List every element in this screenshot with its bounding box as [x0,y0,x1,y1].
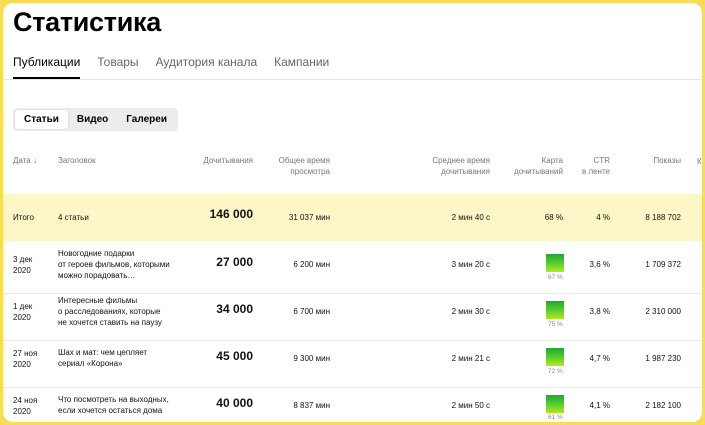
row-shows: 2 182 100 [645,401,681,410]
row-date-day: 27 ноя [13,349,38,358]
column-header-ctr[interactable]: CTR в ленте [568,155,610,177]
column-header-avg-time-line2: дочитывания [441,167,490,176]
total-shows: 8 188 702 [645,213,681,222]
tabs-divider [3,79,702,80]
row-total-time: 9 300 мин [293,354,330,363]
row-title-line: о расследованиях, которые [58,307,161,316]
column-header-date[interactable]: Дата ↓ [13,155,37,166]
row-avg-time: 2 мин 50 с [451,401,490,410]
row-title-line: Интересные фильмы [58,296,138,305]
column-header-total-time-line1: Общее время [278,156,330,165]
total-ctr: 4 % [596,213,610,222]
row-avg-time: 2 мин 21 с [451,354,490,363]
row-divider [3,340,702,341]
row-title-line: Что посмотреть на выходных, [58,395,169,404]
row-date: 1 дек 2020 [13,301,32,323]
row-divider [3,387,702,388]
row-shows: 1 987 230 [645,354,681,363]
filter-videos[interactable]: Видео [68,110,117,129]
total-avg-time: 2 мин 40 с [451,213,490,222]
row-reads: 27 000 [216,255,253,269]
row-date-day: 24 ноя [13,396,38,405]
row-date-year: 2020 [13,360,31,369]
column-header-shows[interactable]: Показы [623,155,681,166]
row-avg-time: 2 мин 30 с [451,307,490,316]
row-ctr: 3,6 % [589,260,610,269]
column-header-ctr-line1: CTR [593,156,610,165]
row-date-day: 1 дек [13,302,33,311]
row-date-year: 2020 [13,407,31,416]
total-total-time: 31 037 мин [288,213,330,222]
row-date: 3 дек 2020 [13,254,32,276]
row-date: 24 ноя 2020 [13,395,37,417]
read-map-percent: 61 % [548,414,563,421]
row-title[interactable]: Что посмотреть на выходных, если хочется… [58,394,188,416]
column-header-overflow: К [697,157,702,166]
row-title[interactable]: Новогодние подарки от героев фильмов, ко… [58,248,188,281]
row-date-year: 2020 [13,313,31,322]
row-shows: 2 310 000 [645,307,681,316]
column-header-reads[interactable]: Дочитывания [173,155,253,166]
row-date-day: 3 дек [13,255,33,264]
read-map-percent: 72 % [548,368,563,375]
page-title: Статистика [13,7,161,37]
column-header-read-map-line2: дочитываний [514,167,563,176]
row-title-line: Новогодние подарки [58,249,135,258]
row-title-line: от героев фильмов, которыми [58,260,170,269]
read-map-bar [546,348,564,366]
stats-frame: Статистика Публикации Товары Аудитория к… [3,3,702,422]
tab-bar: Публикации Товары Аудитория канала Кампа… [13,55,329,79]
row-total-time: 8 837 мин [293,401,330,410]
row-title-line: если хочется остаться дома [58,406,163,415]
read-map-bar [546,254,564,272]
row-divider [3,293,702,294]
column-header-read-map-line1: Карта [541,156,563,165]
read-map-bar [546,395,564,413]
tab-campaigns[interactable]: Кампании [274,55,329,79]
column-header-avg-time[interactable]: Среднее время дочитывания [403,155,490,177]
read-map-bar [546,301,564,319]
total-label: Итого [13,213,34,222]
read-map-percent: 75 % [548,321,563,328]
column-header-title: Заголовок [58,156,96,165]
row-avg-time: 3 мин 20 с [451,260,490,269]
row-total-time: 6 200 мин [293,260,330,269]
row-shows: 1 709 372 [645,260,681,269]
content-type-switch: Статьи Видео Галереи [13,108,178,131]
column-header-total-time[interactable]: Общее время просмотра [253,155,330,177]
row-title-line: Шах и мат: чем цепляет [58,348,148,357]
row-reads: 40 000 [216,396,253,410]
row-ctr: 4,7 % [589,354,610,363]
row-reads: 34 000 [216,302,253,316]
row-title[interactable]: Шах и мат: чем цепляет сериал «Корона» [58,347,188,369]
tab-products[interactable]: Товары [97,55,138,79]
tab-publications[interactable]: Публикации [13,55,81,79]
row-title-line: можно порадовать… [58,271,136,280]
filter-articles[interactable]: Статьи [15,110,68,129]
column-header-read-map[interactable]: Карта дочитываний [503,155,563,177]
row-ctr: 4,1 % [589,401,610,410]
row-date-year: 2020 [13,266,31,275]
row-title-line: не хочется ставить на паузу [58,318,162,327]
row-title-line: сериал «Корона» [58,359,123,368]
column-header-ctr-line2: в ленте [581,167,610,176]
total-title: 4 статьи [58,213,89,222]
tab-audience[interactable]: Аудитория канала [156,55,258,79]
row-title[interactable]: Интересные фильмы о расследованиях, кото… [58,295,188,328]
row-ctr: 3,8 % [589,307,610,316]
column-header-avg-time-line1: Среднее время [432,156,490,165]
column-header-total-time-line2: просмотра [290,167,330,176]
row-date: 27 ноя 2020 [13,348,37,370]
row-reads: 45 000 [216,349,253,363]
read-map-percent: 67 % [548,274,563,281]
total-reads: 146 000 [209,207,253,221]
row-total-time: 6 700 мин [293,307,330,316]
filter-galleries[interactable]: Галереи [117,110,176,129]
total-read-map: 68 % [544,213,563,222]
